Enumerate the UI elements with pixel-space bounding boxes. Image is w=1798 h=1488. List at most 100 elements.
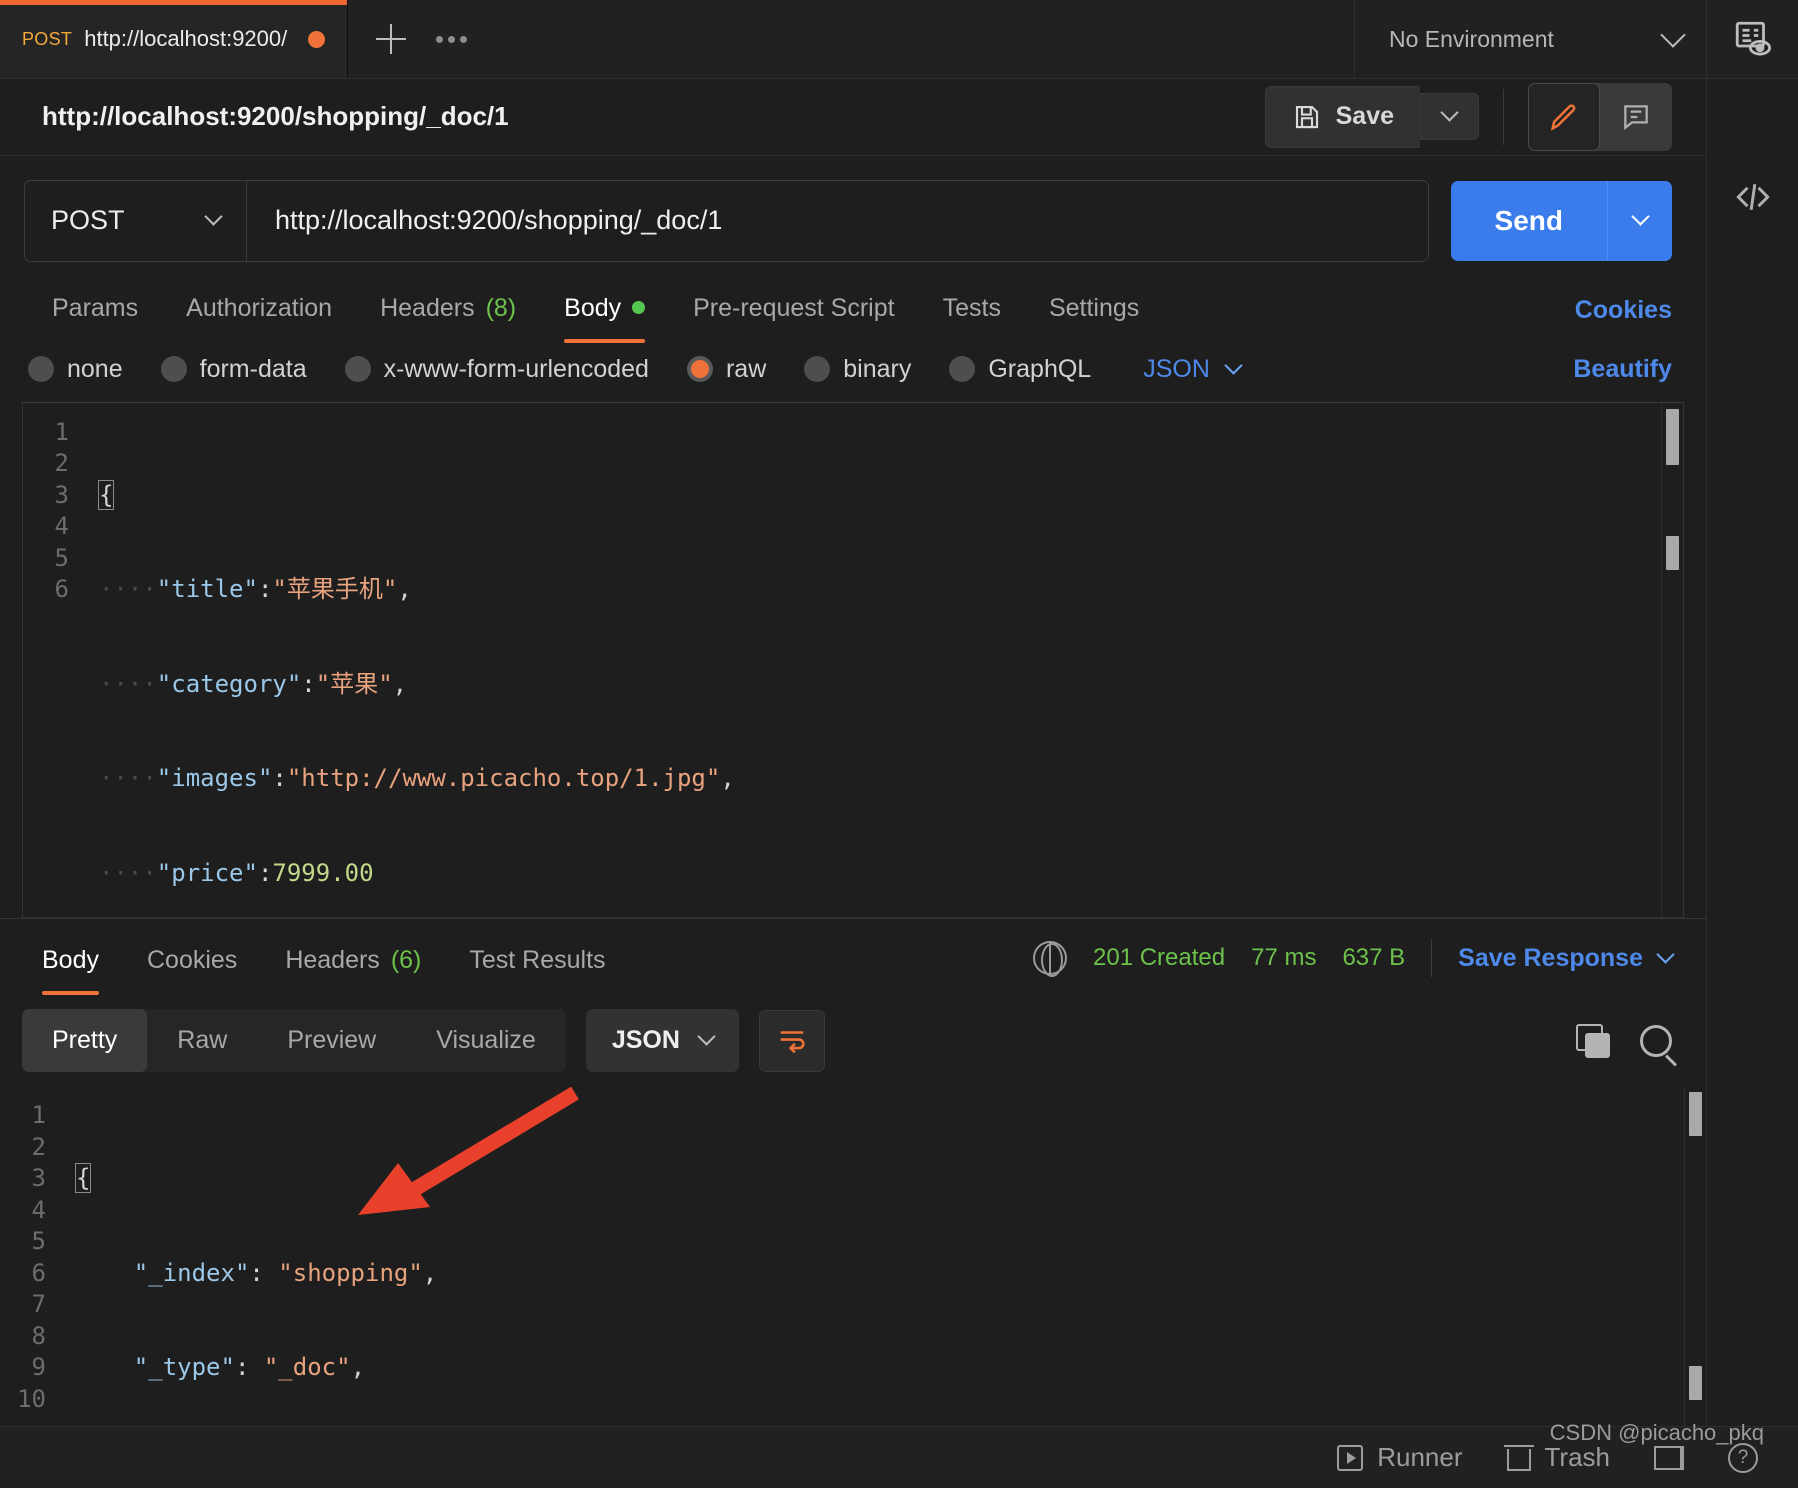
two-pane-layout-icon (1654, 1446, 1684, 1470)
code-token: "http://www.picacho.top/1.jpg" (287, 764, 720, 792)
code-token: : (235, 1353, 264, 1381)
comment-icon[interactable] (1600, 83, 1672, 151)
tab-settings[interactable]: Settings (1025, 284, 1163, 343)
view-mode-raw[interactable]: Raw (147, 1009, 257, 1072)
response-tab-cookies[interactable]: Cookies (123, 919, 261, 995)
code-token: , (720, 764, 734, 792)
floppy-disk-icon (1292, 102, 1322, 132)
line-number: 2 (0, 1132, 46, 1164)
search-icon[interactable] (1640, 1025, 1672, 1057)
request-editor-scrollbar[interactable] (1661, 403, 1683, 917)
code-line: ····"price":7999.00 (85, 858, 1683, 890)
copy-icon[interactable] (1576, 1024, 1610, 1058)
line-number: 6 (0, 1258, 46, 1290)
ellipsis-icon[interactable] (436, 36, 467, 43)
response-headers-count: (6) (391, 946, 422, 975)
http-method-select[interactable]: POST (25, 181, 247, 261)
body-type-label: raw (726, 355, 766, 384)
view-mode-pretty[interactable]: Pretty (22, 1009, 147, 1072)
line-number: 4 (23, 511, 69, 543)
body-type-label: x-www-form-urlencoded (384, 355, 649, 384)
trash-button[interactable]: Trash (1507, 1442, 1611, 1473)
line-number: 3 (0, 1163, 46, 1195)
save-button[interactable]: Save (1265, 86, 1420, 148)
body-present-dot-icon (632, 301, 645, 314)
send-button-group: Send (1451, 181, 1672, 261)
tab-label: Settings (1049, 294, 1139, 323)
response-tab-headers[interactable]: Headers(6) (261, 919, 445, 995)
radio-icon (161, 356, 187, 382)
bottom-status-bar: Runner Trash ? (0, 1426, 1798, 1488)
request-section-tabs: Params Authorization Headers (8) Body Pr… (0, 284, 1706, 343)
request-code-area[interactable]: { ····"title":"苹果手机", ····"category":"苹果… (85, 403, 1683, 917)
response-pane: Body Cookies Headers(6) Test Results 201… (0, 918, 1706, 1426)
code-token: "_type" (134, 1353, 235, 1381)
radio-icon-selected (687, 356, 713, 382)
line-number: 9 (0, 1352, 46, 1384)
edit-comment-toggle (1528, 83, 1672, 151)
send-button[interactable]: Send (1451, 181, 1608, 261)
line-number: 1 (23, 417, 69, 449)
line-number: 2 (23, 448, 69, 480)
tab-authorization[interactable]: Authorization (162, 284, 356, 343)
environment-quick-look-icon[interactable] (1706, 0, 1798, 78)
scrollbar-thumb-secondary (1689, 1366, 1702, 1400)
tab-params[interactable]: Params (28, 284, 162, 343)
body-type-form-data[interactable]: form-data (161, 355, 307, 384)
word-wrap-icon[interactable] (759, 1010, 825, 1072)
radio-icon (345, 356, 371, 382)
right-sidebar (1706, 79, 1798, 1426)
chevron-down-icon (1440, 104, 1458, 122)
pencil-icon[interactable] (1528, 83, 1600, 151)
layout-toggle-button[interactable] (1654, 1446, 1684, 1470)
line-number: 3 (23, 480, 69, 512)
trash-icon (1507, 1445, 1531, 1471)
save-options-button[interactable] (1420, 93, 1479, 140)
tab-tests[interactable]: Tests (919, 284, 1025, 343)
http-method-label: POST (51, 205, 125, 236)
runner-label: Runner (1377, 1442, 1462, 1473)
response-size: 637 B (1342, 944, 1405, 972)
chevron-down-icon (697, 1027, 715, 1045)
response-code-area[interactable]: { "_index": "shopping", "_type": "_doc",… (62, 1086, 1706, 1426)
runner-play-icon (1337, 1445, 1363, 1471)
url-bar: POST http://localhost:9200/shopping/_doc… (0, 156, 1706, 284)
body-type-graphql[interactable]: GraphQL (949, 355, 1091, 384)
response-body[interactable]: 1 2 3 4 5 6 7 8 9 10 { "_index": "shoppi… (0, 1086, 1706, 1426)
body-format-select[interactable]: JSON (1143, 355, 1240, 384)
environment-selector[interactable]: No Environment (1354, 0, 1706, 78)
body-type-binary[interactable]: binary (804, 355, 911, 384)
help-button[interactable]: ? (1728, 1443, 1758, 1473)
radio-icon (804, 356, 830, 382)
runner-button[interactable]: Runner (1337, 1442, 1462, 1473)
url-input[interactable]: http://localhost:9200/shopping/_doc/1 (247, 181, 1428, 261)
request-tab-active[interactable]: POST http://localhost:9200/ (0, 0, 348, 78)
cookies-link[interactable]: Cookies (1575, 296, 1672, 343)
code-snippet-icon[interactable] (1731, 175, 1775, 224)
response-time: 77 ms (1251, 944, 1316, 972)
view-mode-visualize[interactable]: Visualize (406, 1009, 566, 1072)
tab-headers[interactable]: Headers (8) (356, 284, 540, 343)
view-mode-preview[interactable]: Preview (257, 1009, 406, 1072)
response-tab-test-results[interactable]: Test Results (445, 919, 629, 995)
save-response-button[interactable]: Save Response (1458, 944, 1672, 973)
response-scrollbar[interactable] (1684, 1086, 1706, 1426)
code-line: "_type": "_doc", (62, 1352, 1706, 1384)
body-type-none[interactable]: none (28, 355, 123, 384)
plus-icon[interactable] (376, 24, 406, 54)
tab-body[interactable]: Body (540, 284, 669, 343)
response-tab-body[interactable]: Body (18, 919, 123, 995)
code-token: : (258, 859, 272, 887)
response-format-select[interactable]: JSON (586, 1009, 739, 1072)
request-body-editor[interactable]: 1 2 3 4 5 6 { ····"title":"苹果手机", ····"c… (22, 402, 1684, 918)
tab-label: Pre-request Script (693, 294, 894, 323)
body-format-label: JSON (1143, 355, 1210, 384)
body-type-raw[interactable]: raw (687, 355, 766, 384)
response-header: Body Cookies Headers(6) Test Results 201… (0, 919, 1706, 995)
line-number: 10 (0, 1384, 46, 1416)
help-question-icon: ? (1728, 1443, 1758, 1473)
tab-pre-request-script[interactable]: Pre-request Script (669, 284, 918, 343)
beautify-link[interactable]: Beautify (1573, 355, 1672, 384)
send-options-button[interactable] (1608, 181, 1672, 261)
body-type-urlencoded[interactable]: x-www-form-urlencoded (345, 355, 649, 384)
